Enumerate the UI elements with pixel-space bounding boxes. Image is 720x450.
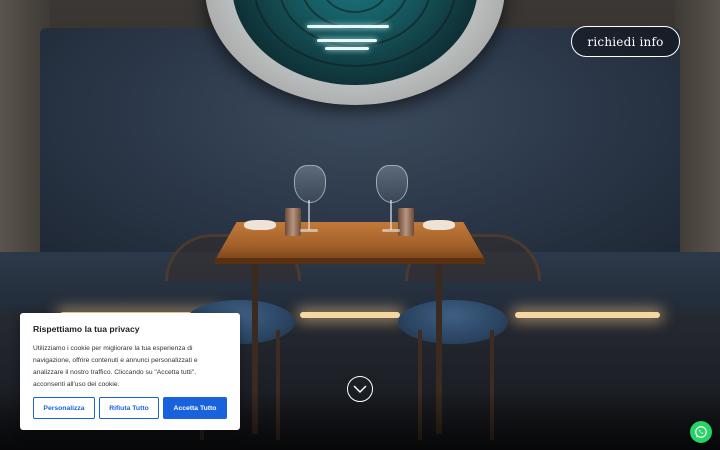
hero-wine-glass — [294, 165, 326, 203]
hero-wine-glass-stem — [308, 200, 310, 230]
cookie-description: Utilizziamo i cookie per migliorare la t… — [33, 345, 198, 388]
hero-mirror-light — [317, 39, 377, 42]
hero-napkin — [244, 220, 276, 230]
hero-wine-glass — [376, 165, 408, 203]
hero-floor-light — [515, 312, 660, 318]
chevron-down-icon — [353, 384, 367, 393]
cookie-title: Rispettiamo la tua privacy — [33, 324, 140, 334]
request-info-button[interactable]: richiedi info — [571, 26, 680, 57]
accept-all-cookies-button[interactable]: Accetta Tutto — [163, 397, 227, 419]
hero-floor-light — [300, 312, 400, 318]
hero-napkin — [423, 220, 455, 230]
customize-cookies-button[interactable]: Personalizza — [33, 397, 95, 419]
hero-tumbler — [398, 208, 414, 236]
hero-tumbler — [285, 208, 301, 236]
cookie-button-group: Personalizza Rifiuta Tutto Accetta Tutto — [33, 397, 227, 419]
hero-mirror-light — [325, 47, 369, 50]
whatsapp-chat-button[interactable] — [690, 421, 712, 443]
page: richiedi info Rispettiamo la tua privacy… — [0, 0, 720, 450]
hero-mirror-light — [307, 25, 389, 28]
reject-all-cookies-button[interactable]: Rifiuta Tutto — [99, 397, 159, 419]
hero-wine-glass-stem — [390, 200, 392, 230]
cookie-consent-banner: Rispettiamo la tua privacy Utilizziamo i… — [20, 313, 240, 430]
scroll-down-button[interactable] — [347, 376, 373, 402]
hero-wine-glass-base — [300, 229, 318, 232]
whatsapp-icon — [695, 426, 707, 438]
hero-wine-glass-base — [382, 229, 400, 232]
